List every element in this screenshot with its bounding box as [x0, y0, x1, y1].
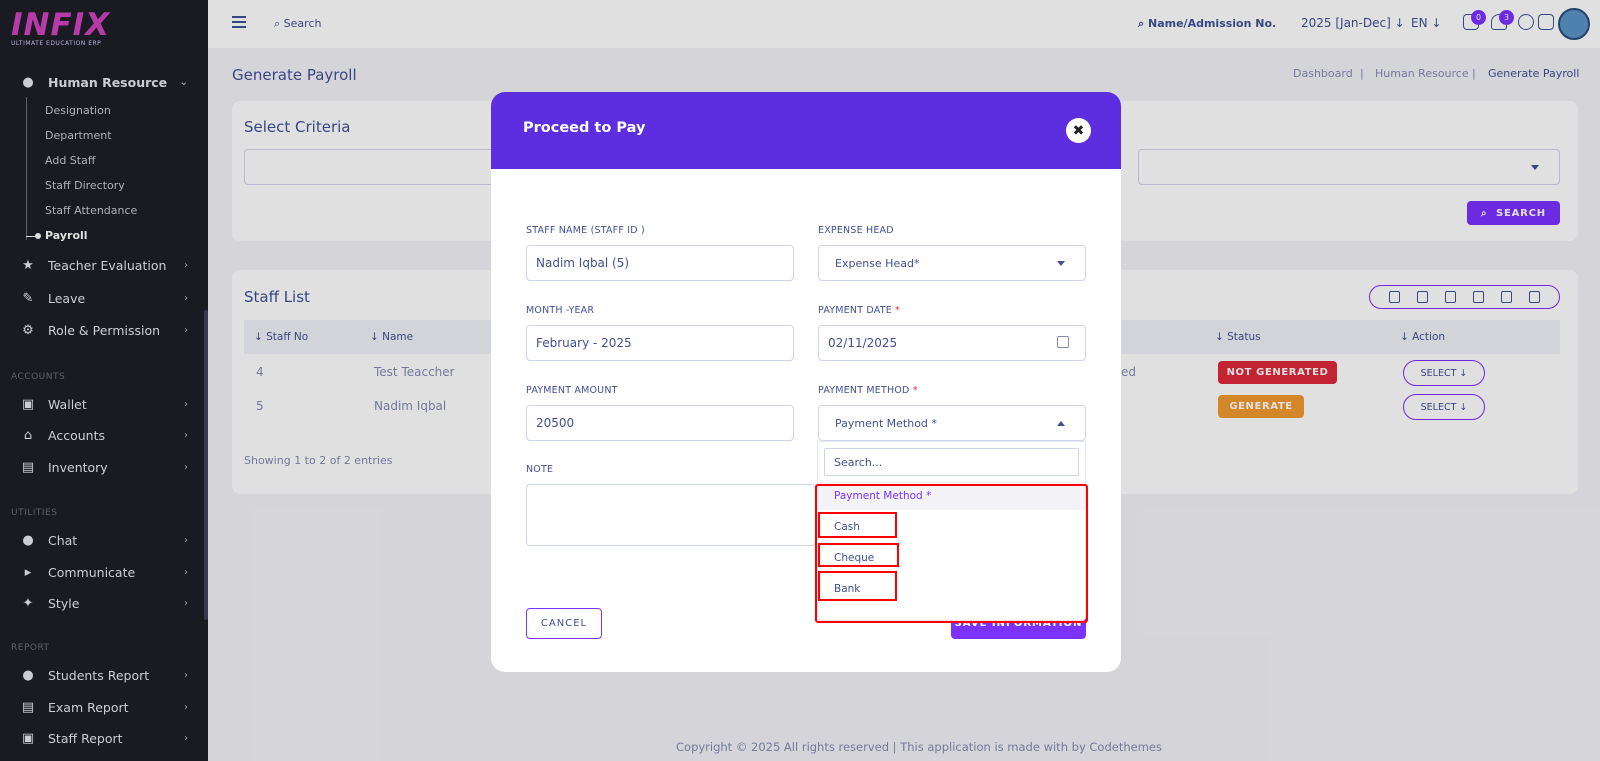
staff-name-field[interactable]: Nadim Iqbal (5): [526, 245, 794, 281]
payment-method-label: PAYMENT METHOD *: [818, 385, 918, 396]
month-year-field[interactable]: February - 2025: [526, 325, 794, 361]
payment-method-select[interactable]: Payment Method *: [818, 405, 1086, 441]
highlight-box-cash: [818, 512, 897, 538]
expense-head-label: EXPENSE HEAD: [818, 225, 894, 236]
highlight-box-cheque: [818, 543, 899, 567]
payment-amount-label: PAYMENT AMOUNT: [526, 385, 618, 396]
highlight-box-bank: [818, 571, 897, 601]
month-year-label: MONTH -YEAR: [526, 305, 595, 316]
payment-date-field[interactable]: 02/11/2025: [818, 325, 1086, 361]
staff-name-label: STAFF NAME (STAFF ID ): [526, 225, 645, 236]
note-label: NOTE: [526, 464, 554, 475]
close-icon[interactable]: ✖: [1066, 118, 1091, 143]
dropdown-search-input[interactable]: Search...: [824, 448, 1079, 476]
expense-head-select[interactable]: Expense Head*: [818, 245, 1086, 281]
calendar-icon[interactable]: [1057, 336, 1069, 348]
modal-header: Proceed to Pay ✖: [491, 92, 1121, 169]
modal-title: Proceed to Pay: [523, 120, 646, 136]
chevron-down-icon: [1057, 261, 1065, 266]
payment-date-label: PAYMENT DATE *: [818, 305, 901, 316]
note-textarea[interactable]: [526, 484, 816, 546]
cancel-button[interactable]: CANCEL: [526, 608, 602, 639]
chevron-up-icon: [1057, 421, 1065, 426]
payment-amount-field[interactable]: 20500: [526, 405, 794, 441]
